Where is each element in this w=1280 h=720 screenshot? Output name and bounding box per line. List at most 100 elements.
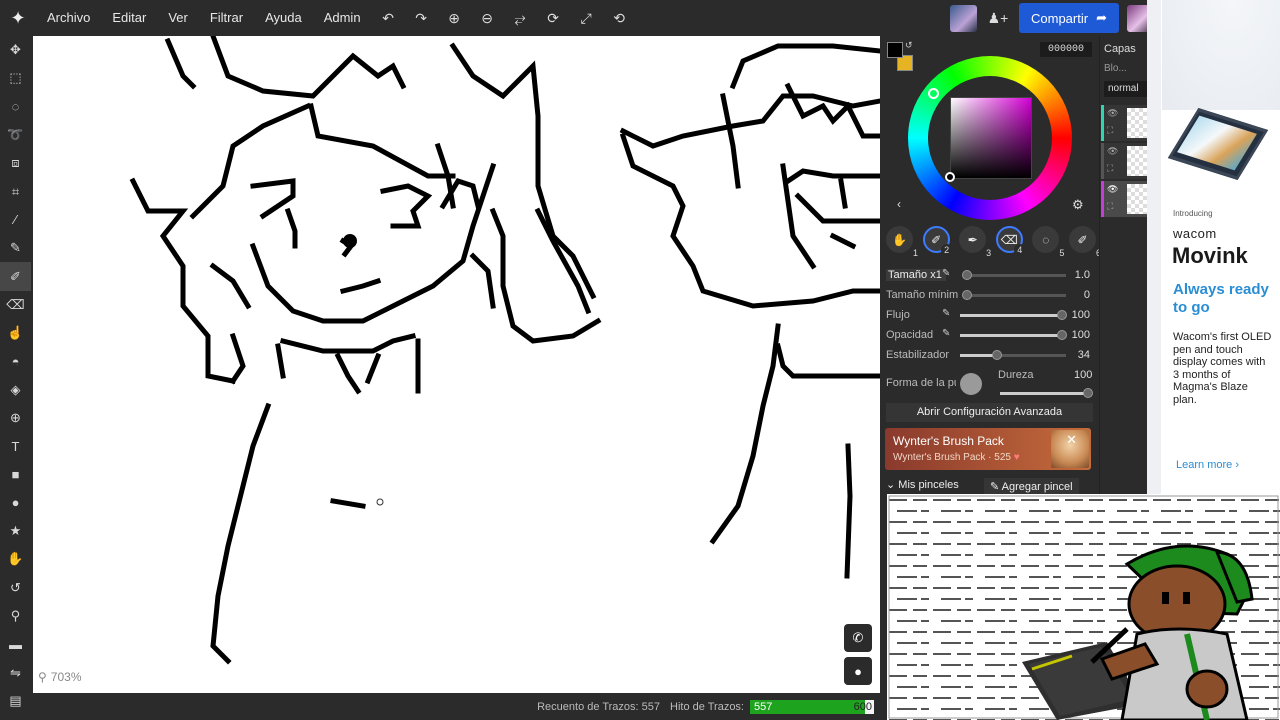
promo-close-icon[interactable]: ✕	[1066, 432, 1077, 448]
zoom-indicator[interactable]: ⚲ 703%	[38, 670, 82, 684]
min-size-slider[interactable]: Tamaño mínimo 0	[886, 287, 1096, 303]
lasso-icon[interactable]: ➰	[0, 121, 31, 149]
min-size-knob[interactable]	[962, 290, 972, 300]
redo-icon[interactable]: ↷	[405, 0, 438, 36]
app-logo-icon[interactable]: ✦	[0, 0, 36, 36]
min-size-track[interactable]	[962, 290, 1066, 300]
chat-button[interactable]: ●	[844, 657, 872, 685]
size-track[interactable]	[962, 270, 1066, 280]
pencil-icon[interactable]: ✎	[0, 234, 31, 262]
brush-preset-2[interactable]: ✐ 2	[922, 226, 953, 256]
drawing-canvas[interactable]	[33, 36, 880, 693]
transform-icon[interactable]: ⧈	[0, 149, 31, 177]
rectangle-icon[interactable]: ■	[0, 460, 31, 488]
layer-lock-icon[interactable]: ⛶	[1107, 163, 1113, 174]
size-knob[interactable]	[962, 270, 972, 280]
primary-color-swatch[interactable]	[887, 42, 903, 58]
eye-icon[interactable]: 👁	[1107, 108, 1118, 119]
zoom-in-icon[interactable]: ⊕	[438, 0, 471, 36]
opacity-value: 100	[1071, 329, 1090, 341]
swap-colors-icon[interactable]: ↺	[905, 40, 913, 51]
layer-lock-icon[interactable]: ⛶	[1107, 201, 1113, 212]
ellipse-icon[interactable]: ●	[0, 489, 31, 517]
chevron-left-icon[interactable]: ‹	[897, 197, 901, 211]
brush-pack-promo[interactable]: Wynter's Brush Pack Wynter's Brush Pack …	[885, 428, 1091, 470]
search-icon[interactable]: ⚲	[0, 602, 31, 630]
my-brushes-toggle[interactable]: ⌄ Mis pinceles	[886, 478, 959, 491]
chevron-down-icon: ⌄	[886, 479, 896, 491]
crop-icon[interactable]: ⌗	[0, 177, 31, 205]
pressure-icon[interactable]: ✎	[942, 308, 950, 319]
opacity-track[interactable]	[960, 330, 1067, 340]
brush-preset-6[interactable]: ✐6	[1068, 226, 1101, 258]
eraser-icon[interactable]: ⌫	[0, 291, 31, 319]
add-brush-button[interactable]: ✎ Agregar pincel	[984, 478, 1079, 495]
gear-icon[interactable]: ⚙	[1072, 197, 1084, 213]
menu-archivo[interactable]: Archivo	[36, 0, 101, 36]
ellipse-select-icon[interactable]: ◌	[0, 93, 31, 121]
layer-item[interactable]: 👁 ⛶	[1101, 143, 1147, 179]
chat-icon[interactable]: ▬	[0, 630, 31, 658]
hardness-track[interactable]	[1000, 392, 1088, 395]
voice-call-button[interactable]: ✆	[844, 624, 872, 652]
flow-knob[interactable]	[1057, 310, 1067, 320]
eye-icon[interactable]: 👁	[1107, 146, 1118, 157]
history-icon[interactable]: ↺	[0, 574, 31, 602]
menu-admin[interactable]: Admin	[313, 0, 372, 36]
brush-preset-4[interactable]: ⌫ 4	[995, 226, 1026, 256]
flow-slider[interactable]: Flujo ✎ 100	[886, 307, 1096, 323]
add-user-icon[interactable]: ♟+	[985, 0, 1011, 36]
menu-ver[interactable]: Ver	[157, 0, 199, 36]
pressure-icon[interactable]: ✎	[942, 268, 950, 279]
fullscreen-icon[interactable]: ⤢	[570, 0, 603, 36]
undo-icon[interactable]: ↶	[372, 0, 405, 36]
hue-handle[interactable]	[928, 88, 939, 99]
ad-learn-more-link[interactable]: Learn more ›	[1176, 459, 1239, 471]
collaborator-avatar[interactable]	[950, 4, 977, 32]
pressure-icon[interactable]: ✎	[942, 328, 950, 339]
stabilizer-track[interactable]	[960, 350, 1066, 360]
stabilizer-knob[interactable]	[992, 350, 1002, 360]
hardness-knob[interactable]	[1083, 388, 1093, 398]
saturation-value-square[interactable]	[950, 97, 1032, 179]
zoom-out-icon[interactable]: ⊖	[471, 0, 504, 36]
menu-ayuda[interactable]: Ayuda	[254, 0, 313, 36]
eye-icon[interactable]: 👁	[1107, 184, 1118, 195]
brush-preset-1[interactable]: ✋ 1	[886, 226, 918, 258]
hex-color-input[interactable]: 000000	[1040, 42, 1092, 57]
share-button[interactable]: Compartir ➦	[1019, 3, 1119, 33]
stamp-icon[interactable]: ⊕	[0, 404, 31, 432]
tip-shape-preview[interactable]	[960, 373, 982, 395]
move-icon[interactable]: ✥	[0, 36, 31, 64]
stabilizer-slider[interactable]: Estabilizador 34	[886, 347, 1096, 363]
opacity-knob[interactable]	[1057, 330, 1067, 340]
brush-icon[interactable]: ✐	[0, 262, 31, 291]
menu-filtrar[interactable]: Filtrar	[199, 0, 254, 36]
layer-item-active[interactable]: 👁 ⛶	[1101, 181, 1147, 217]
eyedropper-icon[interactable]: ⁄	[0, 206, 31, 234]
blend-mode-select[interactable]: normal	[1104, 81, 1147, 97]
smudge-icon[interactable]: ☝	[0, 319, 31, 347]
reset-rotation-icon[interactable]: ⟲	[603, 0, 636, 36]
layer-lock-icon[interactable]: ⛶	[1107, 125, 1113, 136]
layer-item[interactable]: 👁 ⛶	[1101, 105, 1147, 141]
advanced-settings-button[interactable]: Abrir Configuración Avanzada	[886, 403, 1093, 422]
flow-track[interactable]	[960, 310, 1067, 320]
hand-icon[interactable]: ✋	[0, 545, 31, 573]
fill-icon[interactable]: ◈	[0, 376, 31, 404]
menu-editar[interactable]: Editar	[101, 0, 157, 36]
layers-lock-label[interactable]: Blo...	[1104, 63, 1127, 74]
brush-preset-3[interactable]: ✒ 3	[959, 226, 991, 258]
sv-handle[interactable]	[945, 172, 955, 182]
text-icon[interactable]: T	[0, 432, 31, 460]
brush-preset-5[interactable]: ◌ 5	[1032, 226, 1064, 258]
rotate-icon[interactable]: ⟳	[537, 0, 570, 36]
opacity-slider[interactable]: Opacidad ✎ 100	[886, 327, 1096, 343]
size-slider[interactable]: Tamaño x1 ✎ 1.0	[886, 267, 1096, 283]
fit-icon[interactable]: ⥂	[504, 0, 537, 36]
star-icon[interactable]: ★	[0, 517, 31, 545]
film-icon[interactable]: ▤	[0, 687, 31, 715]
blur-icon[interactable]: ◓	[0, 347, 31, 375]
rect-select-icon[interactable]: ⬚	[0, 64, 31, 92]
flip-icon[interactable]: ⇋	[0, 659, 31, 687]
